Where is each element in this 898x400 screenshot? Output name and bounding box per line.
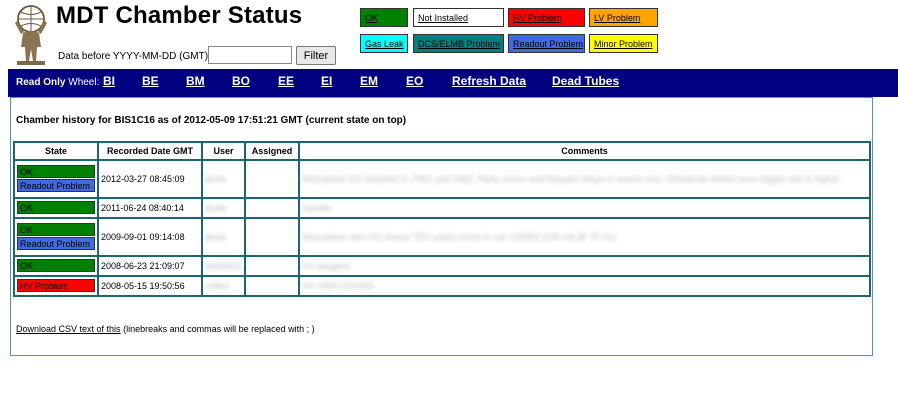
user-cell: jkode — [200, 217, 247, 257]
state-cell: HV Problem — [13, 275, 99, 297]
wheel-link-ee[interactable]: EE — [278, 74, 294, 88]
comment-cell-text: Mezzanine #11 disabled in JTAG and DAQ. … — [302, 174, 842, 184]
col-assigned: Assigned — [244, 141, 301, 161]
date-cell-text: 2011-06-24 08:40:14 — [101, 203, 184, 213]
state-cell: OK — [13, 197, 99, 219]
history-panel: Chamber history for BIS1C16 as of 2012-0… — [10, 97, 873, 356]
history-heading: Chamber history for BIS1C16 as of 2012-0… — [16, 115, 407, 126]
filter-button[interactable]: Filter — [296, 46, 336, 65]
status-legend: OK Not Installed HV Problem LV Problem G… — [360, 8, 658, 56]
comment-cell: HV UNPLUGGED — [298, 275, 871, 297]
col-state: State — [13, 141, 99, 161]
comment-cell-text: HV UNPLUGGED — [302, 281, 375, 291]
download-note: (linebreaks and commas will be replaced … — [123, 324, 315, 334]
date-cell-text: 2009-09-01 09:14:08 — [101, 232, 185, 242]
comment-cell-text: Update — [302, 203, 332, 213]
comment-cell: Update — [298, 197, 871, 219]
user-cell: jkode — [200, 197, 247, 219]
assigned-cell — [244, 255, 301, 277]
table-row: OK 2008-06-23 21:09:07 ankout01 HV plugged — [13, 255, 871, 277]
wheel-label: Wheel: — [68, 77, 100, 88]
comment-cell: HV plugged — [298, 255, 871, 277]
col-date: Recorded Date GMT — [97, 141, 203, 161]
table-header-row: State Recorded Date GMT User Assigned Co… — [13, 141, 871, 161]
date-cell-text: 2008-06-23 21:09:07 — [101, 261, 185, 271]
legend-minor-problem[interactable]: Minor Problem — [589, 34, 658, 53]
state-badge: HV Problem — [17, 279, 95, 292]
user-cell-text: ankout01 — [205, 261, 243, 271]
state-badge: OK — [17, 165, 95, 178]
comment-cell: Mezzanine #11 disabled in JTAG and DAQ. … — [298, 159, 871, 199]
legend-dcs-elmb-problem[interactable]: DCS/ELMB Problem — [413, 34, 504, 53]
date-cell: 2009-09-01 09:14:08 — [97, 217, 203, 257]
dead-tubes-link[interactable]: Dead Tubes — [552, 74, 619, 88]
comment-cell-text: HV plugged — [302, 261, 350, 271]
comment-cell-text: Mezzanine card #11 shows TDC parity erro… — [302, 232, 616, 242]
download-row: Download CSV text of this (linebreaks an… — [16, 324, 315, 334]
table-row: OK Readout Problem 2012-03-27 08:45:09 jkod… — [13, 159, 871, 199]
page-title: MDT Chamber Status — [56, 2, 303, 29]
state-badge: Readout Problem — [17, 237, 95, 250]
user-cell-text: jkode — [205, 203, 227, 213]
legend-not-installed[interactable]: Not Installed — [413, 8, 504, 27]
wheel-link-em[interactable]: EM — [360, 74, 378, 88]
legend-ok[interactable]: OK — [360, 8, 408, 27]
date-filter-input[interactable] — [208, 46, 292, 64]
comment-cell: Mezzanine card #11 shows TDC parity erro… — [298, 217, 871, 257]
table-row: HV Problem 2008-05-15 19:50:56 nolkre HV UN… — [13, 275, 871, 297]
wheel-link-bo[interactable]: BO — [232, 74, 250, 88]
wheel-link-bi[interactable]: BI — [103, 74, 115, 88]
state-badge: OK — [17, 201, 95, 214]
state-cell: OK — [13, 255, 99, 277]
date-cell-text: 2008-05-15 19:50:56 — [101, 281, 185, 291]
user-cell: ankout01 — [200, 255, 247, 277]
table-row: OK Readout Problem 2009-09-01 09:14:08 jkod… — [13, 217, 871, 257]
download-csv-link[interactable]: Download CSV text of this — [16, 324, 121, 334]
wheel-link-be[interactable]: BE — [142, 74, 159, 88]
legend-gas-leak[interactable]: Gas Leak — [360, 34, 408, 53]
col-comments: Comments — [298, 141, 871, 161]
assigned-cell — [244, 197, 301, 219]
wheel-link-bm[interactable]: BM — [186, 74, 205, 88]
user-cell-text: nolkre — [205, 281, 230, 291]
legend-readout-problem[interactable]: Readout Problem — [508, 34, 585, 53]
wheel-nav-bar: Read Only Wheel: BI BE BM BO EE EI EM EO… — [8, 69, 898, 97]
refresh-data-link[interactable]: Refresh Data — [452, 74, 526, 88]
wheel-link-eo[interactable]: EO — [406, 74, 423, 88]
state-badge: OK — [17, 223, 95, 236]
state-cell: OK Readout Problem — [13, 159, 99, 199]
user-cell: nolkre — [200, 275, 247, 297]
history-table: State Recorded Date GMT User Assigned Co… — [13, 141, 871, 297]
date-cell-text: 2012-03-27 08:45:09 — [101, 174, 185, 184]
date-cell: 2008-06-23 21:09:07 — [97, 255, 203, 277]
date-cell: 2008-05-15 19:50:56 — [97, 275, 203, 297]
user-cell: jkode — [200, 159, 247, 199]
atlas-logo — [15, 5, 47, 65]
state-badge: OK — [17, 259, 95, 272]
date-cell: 2012-03-27 08:45:09 — [97, 159, 203, 199]
read-only-label: Read Only Wheel: — [16, 77, 99, 88]
filter-label: Data before YYYY-MM-DD (GMT): — [58, 51, 211, 62]
assigned-cell — [244, 217, 301, 257]
mode-label: Read Only — [16, 77, 66, 88]
state-cell: OK Readout Problem — [13, 217, 99, 257]
user-cell-text: jkode — [205, 174, 227, 184]
assigned-cell — [244, 275, 301, 297]
legend-lv-problem[interactable]: LV Problem — [589, 8, 658, 27]
table-row: OK 2011-06-24 08:40:14 jkode Update — [13, 197, 871, 219]
legend-hv-problem[interactable]: HV Problem — [508, 8, 585, 27]
col-user: User — [200, 141, 247, 161]
state-badge: Readout Problem — [17, 179, 95, 192]
user-cell-text: jkode — [205, 232, 227, 242]
assigned-cell — [244, 159, 301, 199]
wheel-link-ei[interactable]: EI — [321, 74, 332, 88]
date-cell: 2011-06-24 08:40:14 — [97, 197, 203, 219]
